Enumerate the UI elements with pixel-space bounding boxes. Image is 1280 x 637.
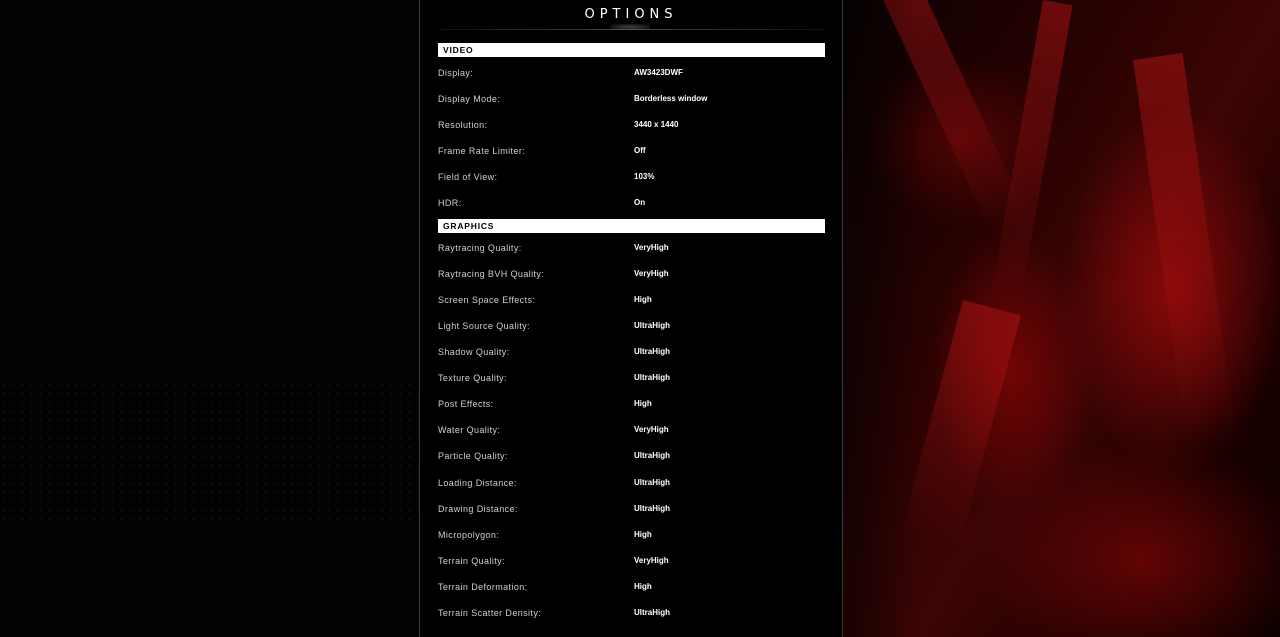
setting-row-drawing-distance[interactable]: Drawing Distance: UltraHigh (438, 501, 825, 517)
setting-label: Field of View: (438, 172, 498, 182)
game-options-screen: OPTIONS VIDEO Display: AW3423DWF Display… (0, 0, 1280, 637)
setting-label: Water Quality: (438, 425, 501, 435)
setting-row-hdr[interactable]: HDR: On (438, 195, 825, 211)
setting-value[interactable]: UltraHigh (634, 448, 670, 464)
setting-label: Terrain Scatter Density: (438, 608, 542, 618)
setting-value[interactable]: 103% (634, 169, 654, 185)
setting-label: Frame Rate Limiter: (438, 146, 526, 156)
setting-value[interactable]: UltraHigh (634, 605, 670, 621)
setting-label: Post Effects: (438, 399, 494, 409)
section-header-video: VIDEO (438, 43, 825, 57)
setting-row-screen-space-effects[interactable]: Screen Space Effects: High (438, 292, 825, 308)
setting-label: Shadow Quality: (438, 347, 510, 357)
setting-label: Terrain Quality: (438, 556, 505, 566)
setting-row-post-effects[interactable]: Post Effects: High (438, 396, 825, 412)
setting-row-field-of-view[interactable]: Field of View: 103% (438, 169, 825, 185)
setting-label: Raytracing Quality: (438, 243, 522, 253)
setting-row-terrain-deformation[interactable]: Terrain Deformation: High (438, 579, 825, 595)
setting-row-frame-rate-limiter[interactable]: Frame Rate Limiter: Off (438, 143, 825, 159)
setting-row-terrain-quality[interactable]: Terrain Quality: VeryHigh (438, 553, 825, 569)
setting-value[interactable]: Borderless window (634, 91, 707, 107)
setting-value[interactable]: VeryHigh (634, 422, 669, 438)
setting-row-particle-quality[interactable]: Particle Quality: UltraHigh (438, 448, 825, 464)
setting-label: HDR: (438, 198, 462, 208)
setting-label: Drawing Distance: (438, 504, 518, 514)
setting-row-light-source-quality[interactable]: Light Source Quality: UltraHigh (438, 318, 825, 334)
setting-value[interactable]: UltraHigh (634, 344, 670, 360)
setting-label: Loading Distance: (438, 478, 517, 488)
header-divider (438, 29, 824, 30)
setting-value[interactable]: High (634, 579, 652, 595)
setting-label: Screen Space Effects: (438, 295, 536, 305)
setting-value[interactable]: 3440 x 1440 (634, 117, 679, 133)
setting-row-raytracing-quality[interactable]: Raytracing Quality: VeryHigh (438, 240, 825, 256)
setting-row-loading-distance[interactable]: Loading Distance: UltraHigh (438, 475, 825, 491)
setting-label: Micropolygon: (438, 530, 500, 540)
options-panel: OPTIONS VIDEO Display: AW3423DWF Display… (419, 0, 843, 637)
setting-row-shadow-quality[interactable]: Shadow Quality: UltraHigh (438, 344, 825, 360)
setting-row-water-quality[interactable]: Water Quality: VeryHigh (438, 422, 825, 438)
section-header-graphics: GRAPHICS (438, 219, 825, 233)
setting-label: Raytracing BVH Quality: (438, 269, 545, 279)
setting-label: Display: (438, 68, 474, 78)
setting-label: Terrain Deformation: (438, 582, 528, 592)
panel-header: OPTIONS (420, 0, 842, 30)
setting-value[interactable]: UltraHigh (634, 475, 670, 491)
setting-value[interactable]: UltraHigh (634, 370, 670, 386)
setting-row-resolution[interactable]: Resolution: 3440 x 1440 (438, 117, 825, 133)
setting-value[interactable]: AW3423DWF (634, 65, 683, 81)
setting-row-display[interactable]: Display: AW3423DWF (438, 65, 825, 81)
setting-label: Display Mode: (438, 94, 501, 104)
setting-value[interactable]: UltraHigh (634, 318, 670, 334)
setting-value[interactable]: UltraHigh (634, 501, 670, 517)
setting-value[interactable]: VeryHigh (634, 553, 669, 569)
setting-label: Light Source Quality: (438, 321, 530, 331)
setting-value[interactable]: On (634, 195, 645, 211)
setting-row-texture-quality[interactable]: Texture Quality: UltraHigh (438, 370, 825, 386)
setting-row-raytracing-bvh-quality[interactable]: Raytracing BVH Quality: VeryHigh (438, 266, 825, 282)
setting-value[interactable]: Off (634, 143, 646, 159)
setting-value[interactable]: VeryHigh (634, 266, 669, 282)
setting-value[interactable]: High (634, 396, 652, 412)
setting-value[interactable]: High (634, 292, 652, 308)
setting-label: Resolution: (438, 120, 488, 130)
setting-row-display-mode[interactable]: Display Mode: Borderless window (438, 91, 825, 107)
setting-value[interactable]: High (634, 527, 652, 543)
setting-label: Texture Quality: (438, 373, 507, 383)
background-dot-pattern (0, 380, 420, 520)
setting-row-terrain-scatter-density[interactable]: Terrain Scatter Density: UltraHigh (438, 605, 825, 621)
setting-row-micropolygon[interactable]: Micropolygon: High (438, 527, 825, 543)
setting-label: Particle Quality: (438, 451, 508, 461)
page-title: OPTIONS (584, 7, 678, 22)
setting-value[interactable]: VeryHigh (634, 240, 669, 256)
